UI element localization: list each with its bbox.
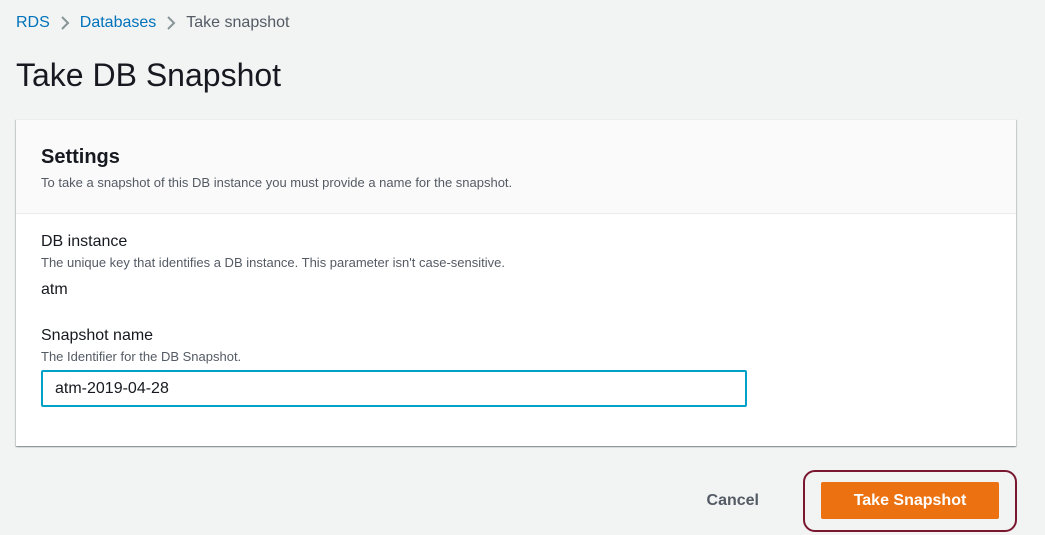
breadcrumb-current: Take snapshot	[186, 14, 290, 31]
chevron-right-icon	[50, 16, 80, 30]
snapshot-name-input[interactable]	[41, 370, 747, 407]
db-instance-label: DB instance	[41, 233, 128, 250]
settings-panel-body: DB instance The unique key that identifi…	[16, 214, 1016, 407]
settings-panel: Settings To take a snapshot of this DB i…	[16, 119, 1016, 446]
breadcrumb-databases-link[interactable]: Databases	[80, 12, 157, 34]
db-instance-value: atm	[41, 281, 68, 298]
db-instance-field: DB instance The unique key that identifi…	[41, 232, 991, 300]
settings-title: Settings	[41, 146, 120, 168]
chevron-right-icon	[156, 16, 186, 30]
take-snapshot-button[interactable]: Take Snapshot	[821, 482, 999, 519]
snapshot-name-label: Snapshot name	[41, 327, 154, 344]
cancel-button[interactable]: Cancel	[687, 486, 779, 516]
settings-panel-header: Settings To take a snapshot of this DB i…	[16, 120, 1016, 214]
breadcrumb: RDS Databases Take snapshot	[16, 12, 289, 34]
form-actions: Cancel Take Snapshot	[687, 470, 1017, 532]
snapshot-name-description: The Identifier for the DB Snapshot.	[41, 349, 242, 364]
breadcrumb-rds-link[interactable]: RDS	[16, 12, 50, 34]
page-title: Take DB Snapshot	[16, 57, 282, 93]
highlight-annotation: Take Snapshot	[803, 470, 1017, 532]
db-instance-description: The unique key that identifies a DB inst…	[41, 255, 505, 270]
settings-description: To take a snapshot of this DB instance y…	[41, 175, 513, 190]
snapshot-name-field: Snapshot name The Identifier for the DB …	[41, 326, 991, 407]
